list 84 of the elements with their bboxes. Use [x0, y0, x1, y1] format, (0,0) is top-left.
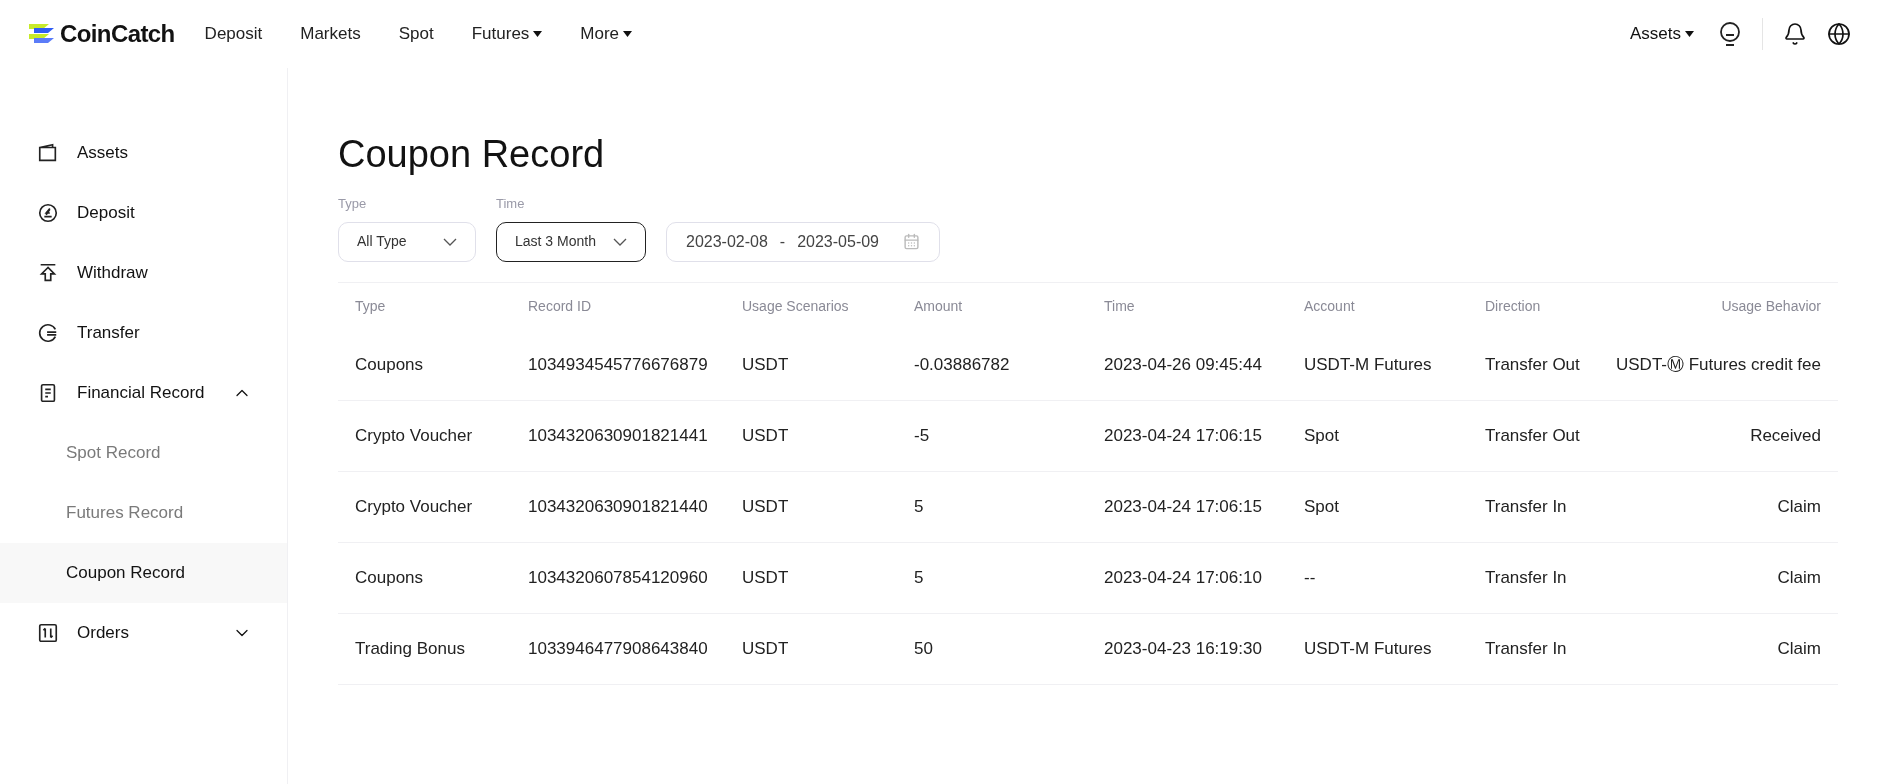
assets-menu[interactable]: Assets	[1629, 21, 1694, 47]
table-cell-text: USDT	[742, 495, 790, 518]
sidebar-item[interactable]: Withdraw	[0, 243, 287, 303]
table-cell-text: Spot	[1304, 495, 1340, 518]
nav-link[interactable]: More	[580, 21, 633, 47]
table-cell-text: -5	[914, 424, 931, 447]
nav-link[interactable]: Spot	[398, 21, 434, 47]
nav-link[interactable]: Futures	[471, 21, 543, 47]
column-header: Record ID	[528, 296, 593, 316]
table-cell-text: Transfer In	[1485, 637, 1567, 660]
orders-icon	[37, 622, 59, 644]
wallet-icon	[37, 142, 59, 164]
bell-icon[interactable]	[1783, 22, 1807, 46]
sidebar-subitem[interactable]: Futures Record	[0, 483, 287, 543]
page-title: Coupon Record	[338, 132, 606, 177]
table-cell-text: Transfer Out	[1485, 353, 1580, 376]
table-cell-text: Transfer In	[1485, 566, 1567, 589]
table-cell-text: Crypto Voucher	[355, 424, 474, 447]
filter-label: Time	[496, 195, 526, 213]
sidebar-item[interactable]: Deposit	[0, 183, 287, 243]
deposit-icon	[37, 202, 59, 224]
table-cell-text: Trading Bonus	[355, 637, 466, 660]
column-header: Amount	[914, 296, 964, 316]
sidebar-item[interactable]: Financial Record	[0, 363, 287, 423]
table-cell-text: USDT	[742, 353, 790, 376]
table-cell-text: -0.03886782	[914, 353, 1011, 376]
table-cell-text: 2023-04-24 17:06:10	[1104, 566, 1263, 589]
table-cell-text: USDT-M Futures	[1304, 637, 1433, 660]
table-cell-text: USDT-M Futures	[1304, 353, 1433, 376]
table-cell-text: Crypto Voucher	[355, 495, 474, 518]
caret-icon	[1685, 31, 1694, 37]
withdraw-icon	[37, 262, 59, 284]
caret-icon	[533, 31, 543, 37]
table-cell-text: 1034934545776676879	[528, 353, 709, 376]
table-cell-text: Coupons	[355, 353, 425, 376]
table-cell-text: Claim	[1776, 495, 1821, 518]
table-cell-text: 1034320607854120960	[528, 566, 709, 589]
table-cell-text: 1034320630901821441	[528, 424, 709, 447]
table-cell-text: 1033946477908643840	[528, 637, 709, 660]
table-cell-text: USDT	[742, 424, 790, 447]
table-cell-text: Claim	[1776, 566, 1821, 589]
lightbulb-icon[interactable]	[1718, 21, 1742, 47]
table-cell-text: 2023-04-24 17:06:15	[1104, 495, 1263, 518]
table-cell-text: 2023-04-23 16:19:30	[1104, 637, 1263, 660]
table-cell-text: USDT-Ⓜ Futures credit fee	[1615, 353, 1821, 376]
column-header: Direction	[1485, 296, 1541, 316]
table-cell-text: 2023-04-26 09:45:44	[1104, 353, 1263, 376]
table-cell-text: 5	[914, 566, 925, 589]
table-cell-text: Received	[1749, 424, 1821, 447]
table-cell-text: Spot	[1304, 424, 1340, 447]
chevron-down-icon	[613, 237, 627, 246]
table-cell-text: 1034320630901821440	[528, 495, 709, 518]
sidebar-item[interactable]: Assets	[0, 123, 287, 183]
filter-label: Type	[338, 195, 368, 213]
column-header: Type	[355, 296, 387, 316]
nav-link[interactable]: Deposit	[204, 21, 263, 47]
table-cell-text: Transfer Out	[1485, 424, 1580, 447]
table-cell-text: USDT	[742, 566, 790, 589]
brand-name: CoinCatch	[60, 19, 175, 49]
type-select[interactable]: All Type	[338, 221, 476, 262]
globe-icon[interactable]	[1827, 22, 1851, 46]
column-header: Account	[1304, 296, 1356, 316]
table-cell-text: --	[1304, 566, 1317, 589]
nav-link[interactable]: Markets	[300, 21, 361, 47]
column-header: Time	[1104, 296, 1136, 316]
chevron-down-icon	[443, 237, 457, 246]
table-cell-text: Claim	[1776, 637, 1821, 660]
sidebar-subitem[interactable]: Spot Record	[0, 423, 287, 483]
sidebar-subitem[interactable]: Coupon Record	[0, 543, 287, 603]
date-range-field[interactable]: 2023-02-08 - 2023-05-09	[666, 221, 940, 262]
table-cell-text: USDT	[742, 637, 790, 660]
transfer-icon	[37, 322, 59, 344]
table-cell-text: Coupons	[355, 566, 425, 589]
table-cell-text: Transfer In	[1485, 495, 1567, 518]
caret-icon	[623, 31, 633, 37]
sidebar-item[interactable]: Orders	[0, 603, 287, 663]
column-header: Usage Scenarios	[742, 296, 850, 316]
time-select[interactable]: Last 3 Month	[496, 221, 646, 262]
table-cell-text: 2023-04-24 17:06:15	[1104, 424, 1263, 447]
table-cell-text: 5	[914, 495, 925, 518]
calendar-icon	[903, 233, 920, 250]
column-header: Usage Behavior	[1720, 296, 1821, 316]
sidebar-item[interactable]: Transfer	[0, 303, 287, 363]
table-cell-text: 50	[914, 637, 934, 660]
